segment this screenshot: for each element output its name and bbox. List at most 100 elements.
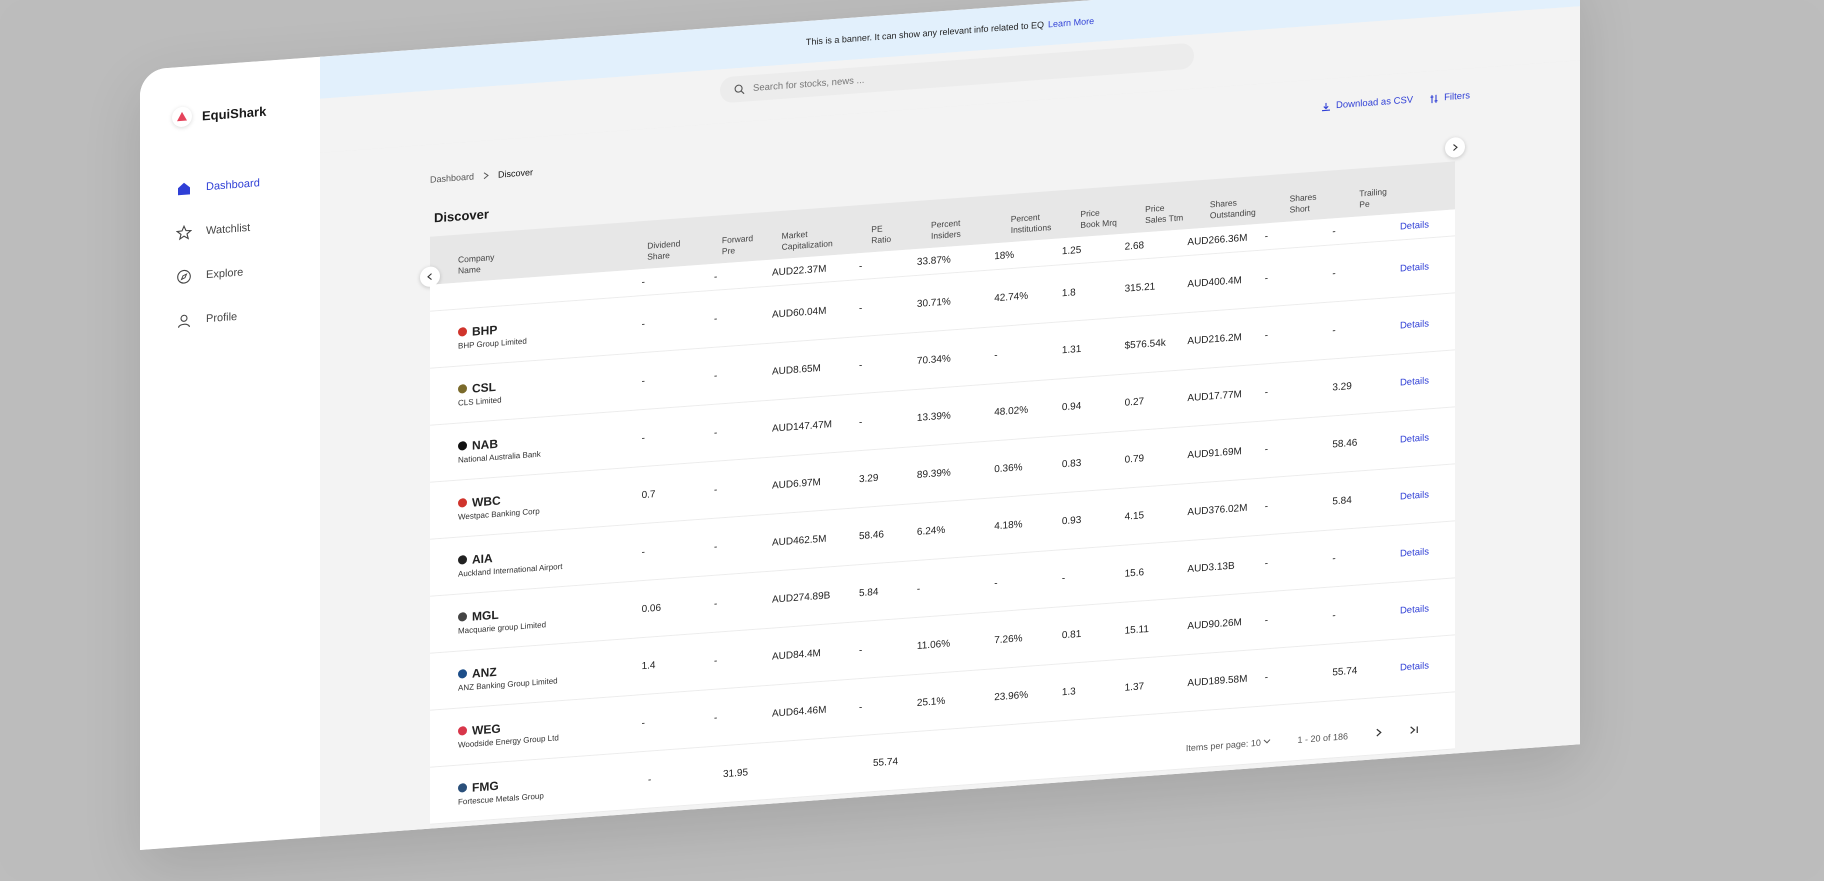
column-header-spacer	[1429, 203, 1455, 205]
details-link[interactable]: Details	[1400, 430, 1455, 445]
company-cell: CSL CLS Limited	[430, 369, 642, 410]
search-icon	[734, 84, 745, 94]
ticker-symbol: CSL	[472, 379, 496, 396]
column-header[interactable]: Percent Institutions	[1011, 209, 1081, 236]
cell: -	[641, 276, 645, 288]
cell: 13.39%	[916, 409, 951, 424]
sidebar-item-dashboard[interactable]: Dashboard	[176, 161, 260, 211]
cell: 55.74	[873, 755, 899, 769]
learn-more-link[interactable]: Learn More	[1048, 16, 1094, 29]
download-csv-button[interactable]: Download as CSV	[1321, 95, 1413, 113]
column-header[interactable]: Market Capitalization	[782, 224, 872, 253]
cell: -	[1264, 500, 1269, 512]
cell: -	[1332, 609, 1336, 621]
details-link[interactable]: Details	[1400, 217, 1455, 232]
chevron-down-icon	[1264, 738, 1271, 743]
cell: 5.84	[1332, 494, 1352, 507]
banner-text: This is a banner. It can show any releva…	[805, 19, 1045, 48]
cell: -	[994, 349, 998, 361]
chevron-right-icon	[483, 172, 489, 180]
column-header[interactable]: Shares Short	[1290, 188, 1360, 215]
ticker-symbol: WEG	[472, 721, 501, 738]
cell: -	[641, 717, 645, 729]
cell: -	[641, 375, 645, 387]
filters-button[interactable]: Filters	[1429, 90, 1470, 104]
cell: 48.02%	[994, 404, 1029, 418]
column-header[interactable]: PE Ratio	[871, 220, 931, 246]
cell: -	[714, 541, 718, 553]
last-page-button[interactable]	[1409, 725, 1420, 737]
last-page-icon	[1410, 726, 1418, 734]
user-icon	[177, 314, 191, 328]
details-link[interactable]: Details	[1400, 316, 1455, 331]
scroll-right-button[interactable]	[1445, 136, 1465, 159]
sidebar-item-explore[interactable]: Explore	[176, 249, 260, 299]
column-header[interactable]: Shares Outstanding	[1210, 194, 1290, 222]
cell: -	[641, 318, 645, 330]
breadcrumb-dashboard[interactable]: Dashboard	[430, 171, 474, 184]
cell: -	[1264, 614, 1269, 626]
column-header[interactable]: Percent Insiders	[931, 214, 1011, 242]
cell: -	[641, 546, 645, 558]
cell: -	[714, 427, 718, 439]
close-banner-button[interactable]	[1486, 0, 1510, 3]
cell: 0.94	[1061, 400, 1082, 413]
column-header[interactable]: Dividend Share	[647, 235, 722, 262]
sidebar-item-label: Explore	[206, 266, 244, 282]
cell: AUD274.89B	[771, 589, 831, 606]
table-actions: Download as CSV Filters	[1321, 90, 1470, 112]
details-link[interactable]: Details	[1400, 544, 1455, 559]
ticker-symbol: NAB	[472, 436, 498, 453]
company-cell: AIA Auckland International Airport	[430, 540, 642, 581]
cell: 0.27	[1124, 395, 1145, 409]
cell: -	[994, 577, 998, 589]
company-logo-icon	[458, 782, 467, 793]
brand-logo-icon	[172, 106, 192, 128]
home-icon	[178, 182, 190, 196]
details-link[interactable]: Details	[1400, 259, 1455, 274]
cell: 23.96%	[994, 689, 1029, 703]
column-header[interactable]: Price Sales Ttm	[1145, 199, 1210, 226]
cell: 3.29	[858, 472, 879, 485]
cell: -	[1264, 443, 1269, 455]
sidebar-item-watchlist[interactable]: Watchlist	[176, 205, 260, 255]
cell: AUD60.04M	[771, 305, 827, 321]
content-area: Dashboard Discover Download as CSV Filte…	[320, 60, 1580, 837]
ticker-symbol: BHP	[472, 322, 498, 339]
column-header[interactable]: Price Book Mrq	[1080, 204, 1145, 231]
cell: -	[1332, 552, 1336, 564]
cell: AUD64.46M	[771, 704, 827, 720]
cell: -	[858, 302, 863, 314]
cell: -	[1061, 572, 1066, 584]
company-logo-icon	[458, 497, 467, 508]
company-cell: MGL Macquarie group Limited	[430, 597, 642, 638]
details-link[interactable]: Details	[1400, 373, 1455, 388]
cell: -	[714, 598, 718, 610]
details-link[interactable]: Details	[1400, 658, 1455, 673]
cell: AUD90.26M	[1187, 616, 1242, 632]
company-cell: BHP BHP Group Limited	[430, 312, 642, 353]
company-logo-icon	[458, 668, 467, 679]
column-header[interactable]: Forward Pre	[722, 231, 782, 257]
sidebar-item-label: Profile	[206, 310, 238, 326]
cell: 31.95	[723, 766, 749, 780]
cell: -	[714, 271, 718, 283]
cell: AUD17.77M	[1187, 388, 1242, 404]
company-logo-icon	[458, 611, 467, 622]
cell: 18%	[994, 249, 1015, 262]
chevron-right-icon	[1376, 728, 1382, 737]
download-icon	[1322, 102, 1331, 111]
sliders-icon	[1430, 94, 1438, 103]
company-cell: ANZ ANZ Banking Group Limited	[430, 654, 642, 695]
cell: -	[916, 583, 921, 595]
download-csv-label: Download as CSV	[1336, 94, 1414, 112]
next-page-button[interactable]	[1374, 728, 1383, 740]
cell: AUD6.97M	[771, 476, 821, 492]
cell: -	[858, 644, 863, 656]
details-link[interactable]: Details	[1400, 487, 1455, 502]
sidebar-item-profile[interactable]: Profile	[176, 293, 260, 343]
cell: -	[1264, 386, 1269, 398]
cell: -	[1264, 557, 1269, 569]
column-header[interactable]: Trailing Pe	[1359, 183, 1429, 210]
details-link[interactable]: Details	[1400, 601, 1455, 616]
